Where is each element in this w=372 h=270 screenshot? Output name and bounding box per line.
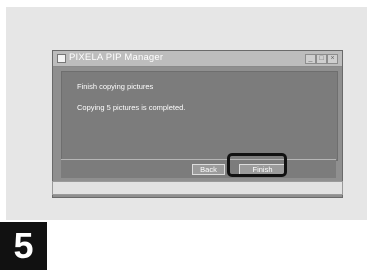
- dialog-content: Finish copying pictures Copying 5 pictur…: [61, 71, 338, 161]
- step-number-badge: 5: [0, 222, 47, 270]
- app-window: PIXELA PIP Manager _ □ × Finish copying …: [52, 50, 343, 198]
- finish-button-highlight: [227, 153, 287, 177]
- status-bar: [52, 181, 343, 195]
- title-bar: PIXELA PIP Manager _ □ ×: [53, 51, 342, 67]
- minimize-icon[interactable]: _: [305, 54, 316, 64]
- button-bar: Back Finish: [61, 159, 336, 178]
- completion-message: Copying 5 pictures is completed.: [77, 103, 186, 112]
- app-icon: [57, 54, 66, 63]
- dialog-heading: Finish copying pictures: [77, 82, 154, 91]
- close-icon[interactable]: ×: [327, 54, 338, 64]
- maximize-icon[interactable]: □: [316, 54, 327, 64]
- window-title: PIXELA PIP Manager: [69, 52, 164, 63]
- back-button[interactable]: Back: [192, 164, 225, 175]
